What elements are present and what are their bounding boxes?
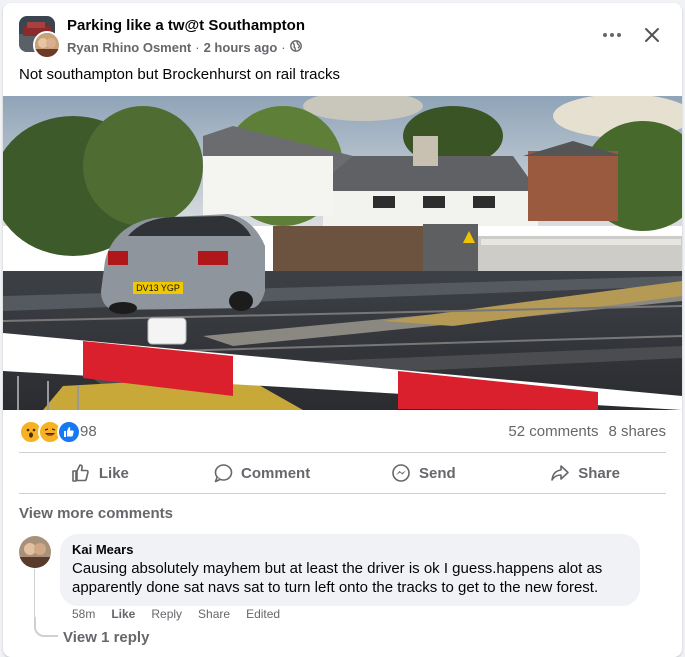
author-name[interactable]: Ryan Rhino Osment: [67, 40, 191, 55]
divider: [19, 452, 666, 453]
engagement-counts: 52 comments 8 shares: [508, 423, 666, 440]
commenter-name[interactable]: Kai Mears: [72, 542, 628, 557]
author-avatar[interactable]: [33, 31, 61, 59]
divider: [19, 493, 666, 494]
post-card: Parking like a tw@t Southampton Ryan Rhi…: [3, 3, 682, 657]
globe-icon: [289, 40, 302, 55]
comment-time[interactable]: 58m: [72, 607, 95, 621]
send-button[interactable]: Send: [343, 454, 505, 492]
comment-bubble-icon: [214, 464, 233, 483]
comment-label: Comment: [241, 464, 311, 482]
separator: ·: [281, 40, 286, 55]
shares-count[interactable]: 8 shares: [608, 423, 666, 440]
post-photo[interactable]: DV13 YGP: [3, 96, 682, 410]
svg-text:DV13 YGP: DV13 YGP: [136, 283, 180, 293]
post-time[interactable]: 2 hours ago: [204, 40, 278, 55]
separator: ·: [195, 40, 200, 55]
close-icon: [645, 28, 659, 42]
close-button[interactable]: [638, 21, 666, 49]
like-label: Like: [98, 464, 129, 482]
reaction-icons[interactable]: [19, 420, 81, 444]
post-meta: Ryan Rhino Osment · 2 hours ago ·: [67, 40, 302, 55]
share-button[interactable]: Share: [504, 454, 666, 492]
commenter-avatar[interactable]: [19, 536, 51, 568]
post-header: Parking like a tw@t Southampton Ryan Rhi…: [19, 15, 666, 59]
comments-count[interactable]: 52 comments: [508, 423, 598, 440]
comment-text: Causing absolutely mayhem but at least t…: [72, 560, 603, 596]
more-dots-icon: [603, 33, 621, 37]
comment-like-button[interactable]: Like: [111, 607, 135, 621]
reaction-count[interactable]: 98: [80, 423, 97, 440]
post-caption: Not southampton but Brockenhurst on rail…: [19, 66, 340, 83]
comment-meta: 58m Like Reply Share Edited: [72, 607, 280, 621]
comment-edited-label: Edited: [246, 607, 281, 621]
messenger-icon: [392, 464, 410, 482]
view-more-comments-link[interactable]: View more comments: [19, 505, 173, 522]
more-options-button[interactable]: [598, 21, 626, 49]
thumbs-up-icon: [72, 464, 89, 482]
view-reply-link[interactable]: View 1 reply: [63, 629, 149, 646]
comment-button[interactable]: Comment: [181, 454, 343, 492]
comment-bubble: Kai Mears Causing absolutely mayhem but …: [60, 534, 640, 606]
comment-share-button[interactable]: Share: [198, 607, 230, 621]
thread-connector: [34, 617, 58, 637]
like-reaction-icon: [57, 420, 81, 444]
share-label: Share: [578, 464, 620, 482]
action-bar: Like Comment Send Share: [19, 454, 666, 492]
share-arrow-icon: [551, 465, 570, 481]
group-name[interactable]: Parking like a tw@t Southampton: [67, 17, 305, 34]
reactions-row: 98 52 comments 8 shares: [19, 420, 666, 444]
comment-reply-button[interactable]: Reply: [151, 607, 182, 621]
like-button[interactable]: Like: [19, 454, 181, 492]
send-label: Send: [419, 464, 456, 482]
